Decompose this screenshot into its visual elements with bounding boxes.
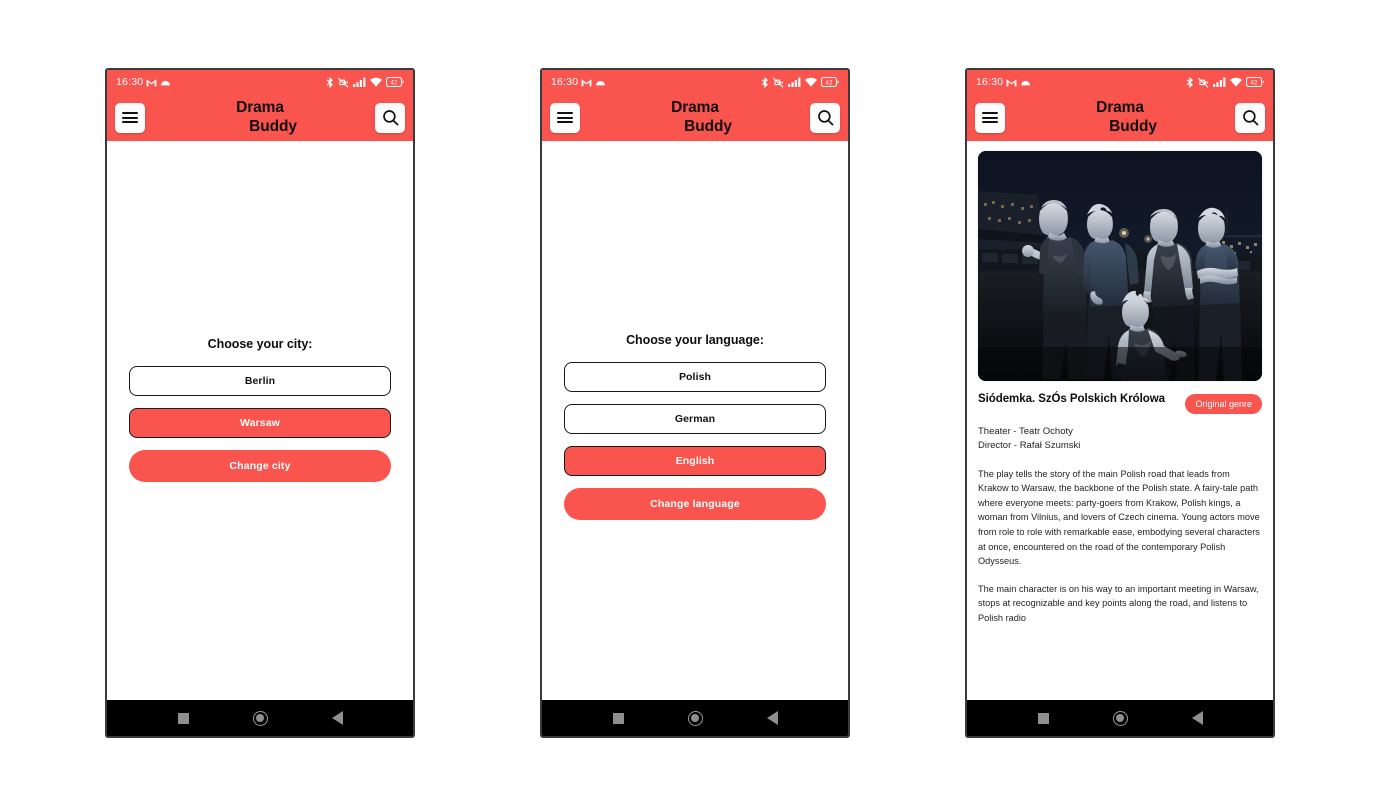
- recents-square-icon[interactable]: [177, 712, 189, 724]
- cellular-signal-icon: [353, 77, 366, 87]
- search-icon: [382, 110, 398, 126]
- android-nav-bar: [967, 700, 1273, 736]
- meta-theater: Theater - Teatr Ochoty: [978, 426, 1073, 437]
- bluetooth-icon: [326, 76, 333, 88]
- recents-square-icon[interactable]: [1037, 712, 1049, 724]
- status-bar-left: 16:30: [551, 76, 606, 88]
- app-title: Drama Buddy: [236, 98, 297, 135]
- status-bar: 16:30 42: [107, 70, 413, 94]
- hamburger-icon: [982, 112, 998, 123]
- vibrate-off-icon: [1198, 77, 1209, 88]
- status-bar: 16:30 42: [967, 70, 1273, 94]
- search-button[interactable]: [375, 102, 405, 133]
- app-bar: Drama Buddy: [107, 94, 413, 141]
- city-option-warsaw[interactable]: Warsaw: [129, 408, 391, 438]
- language-chooser-panel: Choose your language: Polish German Engl…: [542, 333, 848, 520]
- home-circle-icon[interactable]: [1112, 710, 1128, 726]
- screen-body-detail[interactable]: Siódemka. SzÓs Polskich Królowa Original…: [967, 141, 1273, 700]
- svg-text:42: 42: [1250, 80, 1258, 86]
- hero-illustration: [978, 151, 1262, 381]
- gmail-icon: [146, 78, 157, 86]
- phone-city-chooser: 16:30 42 Drama Buddy Choose your city: B…: [105, 68, 415, 738]
- city-option-berlin[interactable]: Berlin: [129, 366, 391, 396]
- search-icon: [817, 110, 833, 126]
- phone-play-detail: 16:30 42 Drama Buddy Siódemka. SzÓs Pols…: [965, 68, 1275, 738]
- screenshot-stage: 16:30 42 Drama Buddy Choose your city: B…: [0, 0, 1400, 805]
- android-nav-bar: [542, 700, 848, 736]
- hero-image: [978, 151, 1262, 381]
- screen-body-city: Choose your city: Berlin Warsaw Change c…: [107, 141, 413, 700]
- bluetooth-icon: [1186, 76, 1193, 88]
- app-bar: Drama Buddy: [967, 94, 1273, 141]
- search-button[interactable]: [810, 102, 840, 133]
- language-chooser-prompt: Choose your language:: [626, 333, 764, 347]
- hamburger-icon: [557, 112, 573, 123]
- bluetooth-icon: [761, 76, 768, 88]
- hamburger-icon: [122, 112, 138, 123]
- arc-icon: [596, 80, 606, 86]
- gmail-icon: [1006, 78, 1017, 86]
- genre-badge[interactable]: Original genre: [1185, 394, 1262, 414]
- arc-icon: [161, 80, 171, 86]
- phone-language-chooser: 16:30 42 Drama Buddy Choose your languag…: [540, 68, 850, 738]
- cellular-signal-icon: [788, 77, 801, 87]
- battery-level-text: 42: [390, 80, 398, 86]
- battery-icon: 42: [821, 77, 839, 87]
- description-paragraph-1: The play tells the story of the main Pol…: [978, 468, 1260, 567]
- status-bar-right: 42: [326, 76, 404, 88]
- home-circle-icon[interactable]: [687, 710, 703, 726]
- meta-director: Director - Rafał Szumski: [978, 440, 1081, 452]
- language-option-polish[interactable]: Polish: [564, 362, 826, 392]
- status-bar: 16:30 42: [542, 70, 848, 94]
- status-time: 16:30: [116, 76, 144, 88]
- cellular-signal-icon: [1213, 77, 1226, 87]
- battery-icon: 42: [386, 77, 404, 87]
- menu-button[interactable]: [550, 102, 580, 133]
- description-paragraph-2: The main character is on his way to an i…: [978, 583, 1259, 623]
- home-circle-icon[interactable]: [252, 710, 268, 726]
- search-button[interactable]: [1235, 102, 1265, 133]
- app-title: Drama Buddy: [671, 98, 732, 135]
- svg-text:42: 42: [825, 80, 833, 86]
- search-icon: [1242, 110, 1258, 126]
- screen-body-language: Choose your language: Polish German Engl…: [542, 141, 848, 700]
- city-chooser-prompt: Choose your city:: [207, 337, 313, 351]
- city-chooser-panel: Choose your city: Berlin Warsaw Change c…: [107, 337, 413, 482]
- menu-button[interactable]: [115, 102, 145, 133]
- change-language-button[interactable]: Change language: [564, 488, 826, 520]
- back-triangle-icon[interactable]: [331, 711, 343, 725]
- status-time: 16:30: [551, 76, 579, 88]
- play-detail-panel: Siódemka. SzÓs Polskich Królowa Original…: [967, 141, 1273, 625]
- wifi-icon: [1230, 77, 1242, 87]
- status-bar-right: 42: [761, 76, 839, 88]
- android-nav-bar: [107, 700, 413, 736]
- back-triangle-icon[interactable]: [1191, 711, 1203, 725]
- title-row: Siódemka. SzÓs Polskich Królowa Original…: [978, 392, 1262, 414]
- language-option-english[interactable]: English: [564, 446, 826, 476]
- app-bar: Drama Buddy: [542, 94, 848, 141]
- vibrate-off-icon: [338, 77, 349, 88]
- recents-square-icon[interactable]: [612, 712, 624, 724]
- app-title: Drama Buddy: [1096, 98, 1157, 135]
- arc-icon: [1021, 80, 1031, 86]
- status-time: 16:30: [976, 76, 1004, 88]
- status-bar-left: 16:30: [976, 76, 1031, 88]
- show-meta: Theater - Teatr Ochoty Director - Rafał …: [978, 425, 1262, 454]
- status-bar-left: 16:30: [116, 76, 171, 88]
- status-bar-right: 42: [1186, 76, 1264, 88]
- wifi-icon: [370, 77, 382, 87]
- show-title: Siódemka. SzÓs Polskich Królowa: [978, 393, 1165, 405]
- wifi-icon: [805, 77, 817, 87]
- menu-button[interactable]: [975, 102, 1005, 133]
- language-option-german[interactable]: German: [564, 404, 826, 434]
- gmail-icon: [581, 78, 592, 86]
- vibrate-off-icon: [773, 77, 784, 88]
- back-triangle-icon[interactable]: [766, 711, 778, 725]
- change-city-button[interactable]: Change city: [129, 450, 391, 482]
- battery-icon: 42: [1246, 77, 1264, 87]
